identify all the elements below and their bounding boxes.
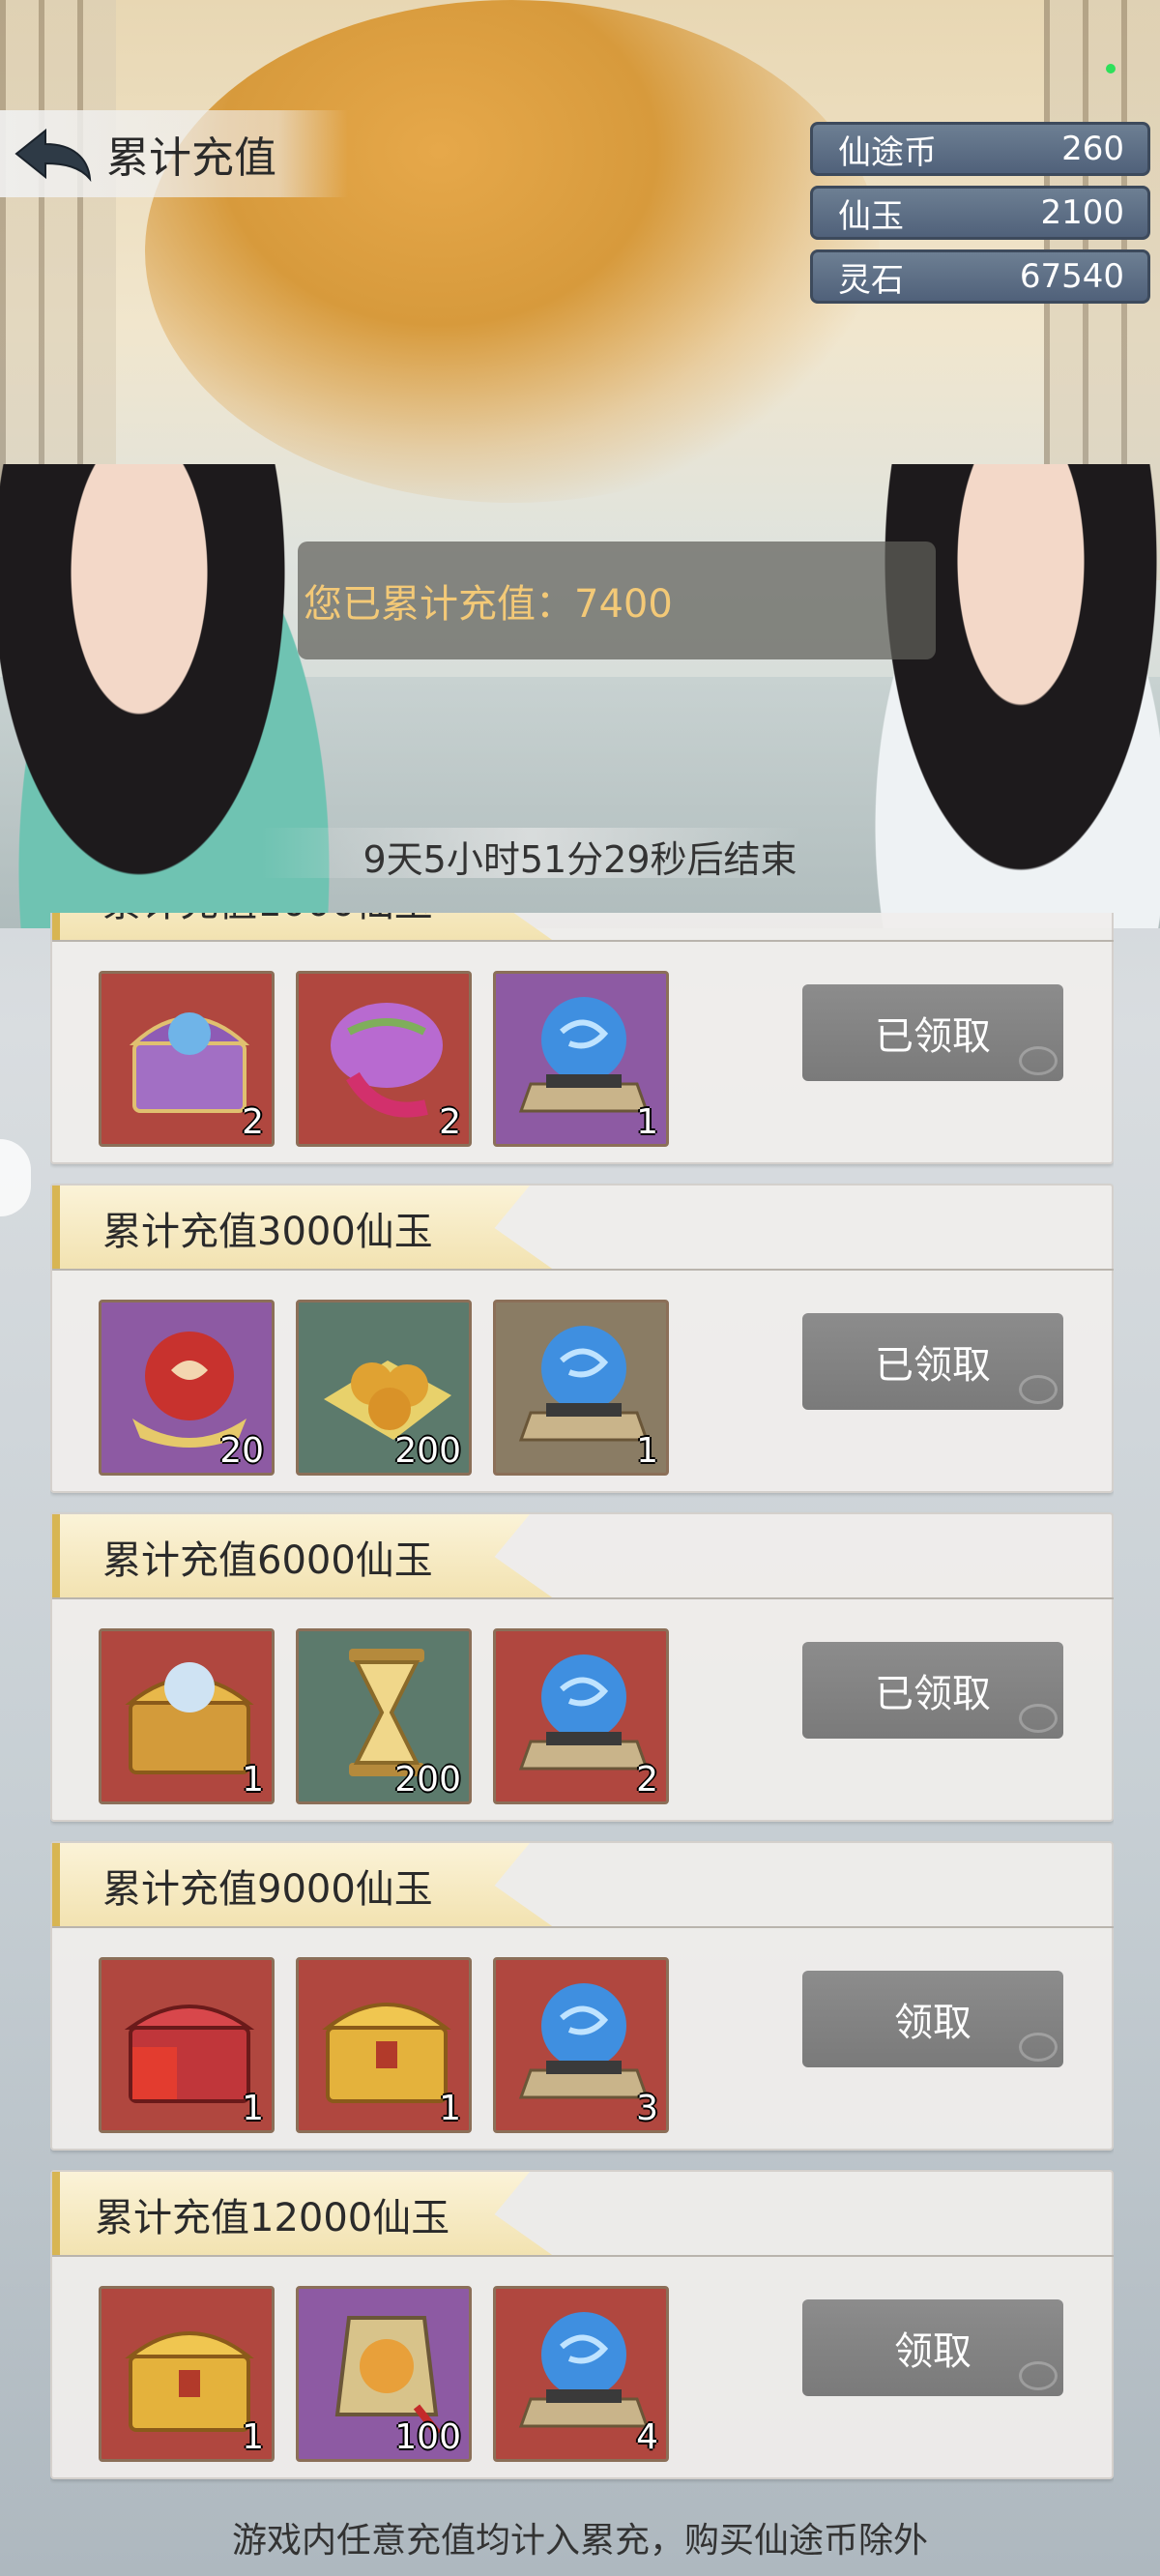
total-recharge-box: 您已累计充值：7400	[298, 542, 936, 659]
status-indicator	[1106, 64, 1116, 73]
claimed-button[interactable]: 已领取	[802, 1642, 1063, 1739]
event-countdown: 9天5小时51分29秒后结束	[362, 838, 798, 881]
divider	[52, 940, 1114, 942]
tier-card: 累计充值9000仙玉 1 1 3 领取	[50, 1841, 1114, 2151]
claim-button-label: 已领取	[875, 1343, 991, 1388]
currency-name: 仙玉	[838, 196, 904, 236]
reward-items: 1 200 2	[99, 1628, 669, 1804]
title-bar: 累计充值	[0, 110, 348, 197]
claim-button[interactable]: 领取	[802, 2299, 1063, 2396]
reward-item[interactable]: 1	[493, 1300, 669, 1476]
reward-item[interactable]: 1	[493, 971, 669, 1147]
divider	[52, 1926, 1114, 1928]
item-count: 3	[636, 2089, 658, 2128]
tier-title: 累计充值12000仙玉	[52, 2172, 555, 2257]
cloud-ornament-icon	[1019, 1704, 1058, 1733]
divider	[52, 2255, 1114, 2257]
tier-card: 累计充值3000仙玉 20 200 1 已领取	[50, 1184, 1114, 1493]
divider	[52, 1597, 1114, 1599]
reward-item[interactable]: 1	[99, 2286, 275, 2462]
reward-item[interactable]: 2	[99, 971, 275, 1147]
reward-item[interactable]: 100	[296, 2286, 472, 2462]
reward-tier-list[interactable]: 累计充值1000仙玉 2 2 1 已领取 累计充值3000仙玉	[50, 913, 1114, 2499]
tier-card: 累计充值1000仙玉 2 2 1 已领取	[50, 913, 1114, 1164]
currency-name: 仙途币	[838, 132, 937, 172]
reward-item[interactable]: 20	[99, 1300, 275, 1476]
divider	[52, 1269, 1114, 1271]
reward-items: 20 200 1	[99, 1300, 669, 1476]
reward-item[interactable]: 2	[493, 1628, 669, 1804]
item-count: 1	[439, 2089, 461, 2128]
item-count: 100	[394, 2417, 461, 2457]
reward-item[interactable]: 200	[296, 1628, 472, 1804]
back-arrow-icon	[14, 128, 92, 183]
item-count: 1	[636, 1431, 658, 1471]
item-count: 1	[242, 1760, 264, 1800]
reward-item[interactable]: 1	[99, 1628, 275, 1804]
side-drawer-handle[interactable]	[0, 1139, 31, 1216]
tier-card: 累计充值6000仙玉 1 200 2 已领取	[50, 1512, 1114, 1822]
footer-note: 游戏内任意充值均计入累充，购买仙途币除外	[231, 2521, 928, 2561]
page-title: 累计充值	[106, 133, 276, 183]
currency-spirit-stone: 灵石 67540	[810, 249, 1150, 304]
claimed-button[interactable]: 已领取	[802, 984, 1063, 1081]
back-button[interactable]	[0, 110, 106, 197]
reward-item[interactable]: 4	[493, 2286, 669, 2462]
reward-items: 1 1 3	[99, 1957, 669, 2133]
claim-button-label: 领取	[894, 2329, 972, 2374]
item-count: 2	[242, 1102, 264, 1142]
item-count: 1	[242, 2089, 264, 2128]
tier-title: 累计充值9000仙玉	[52, 1843, 555, 1928]
reward-item[interactable]: 2	[296, 971, 472, 1147]
cloud-ornament-icon	[1019, 2033, 1058, 2062]
cloud-ornament-icon	[1019, 1046, 1058, 1075]
item-count: 1	[636, 1102, 658, 1142]
reward-item[interactable]: 200	[296, 1300, 472, 1476]
item-count: 1	[242, 2417, 264, 2457]
reward-items: 1 100 4	[99, 2286, 669, 2462]
tier-card: 累计充值12000仙玉 1 100 4 领取	[50, 2170, 1114, 2479]
currency-amount: 2100	[1040, 193, 1124, 232]
claim-button[interactable]: 领取	[802, 1971, 1063, 2067]
tier-title: 累计充值1000仙玉	[52, 913, 555, 942]
currency-jade: 仙玉 2100	[810, 186, 1150, 240]
item-count: 2	[636, 1760, 658, 1800]
cloud-ornament-icon	[1019, 1375, 1058, 1404]
reward-item[interactable]: 1	[99, 1957, 275, 2133]
total-recharge-label: 您已累计充值：7400	[304, 582, 673, 627]
cloud-ornament-icon	[1019, 2361, 1058, 2390]
item-count: 4	[636, 2417, 658, 2457]
claim-button-label: 已领取	[875, 1014, 991, 1059]
reward-item[interactable]: 3	[493, 1957, 669, 2133]
claim-button-label: 领取	[894, 2001, 972, 2045]
currency-name: 灵石	[838, 260, 904, 300]
claim-button-label: 已领取	[875, 1672, 991, 1716]
autumn-tree	[145, 0, 880, 503]
reward-item[interactable]: 1	[296, 1957, 472, 2133]
tier-title: 累计充值6000仙玉	[52, 1514, 555, 1599]
reward-items: 2 2 1	[99, 971, 669, 1147]
item-count: 20	[219, 1431, 264, 1471]
item-count: 200	[394, 1760, 461, 1800]
tier-title: 累计充值3000仙玉	[52, 1186, 555, 1271]
currency-amount: 260	[1061, 130, 1124, 168]
currency-xiantu-coin: 仙途币 260	[810, 122, 1150, 176]
currency-amount: 67540	[1019, 257, 1124, 296]
item-count: 200	[394, 1431, 461, 1471]
claimed-button[interactable]: 已领取	[802, 1313, 1063, 1410]
item-count: 2	[439, 1102, 461, 1142]
